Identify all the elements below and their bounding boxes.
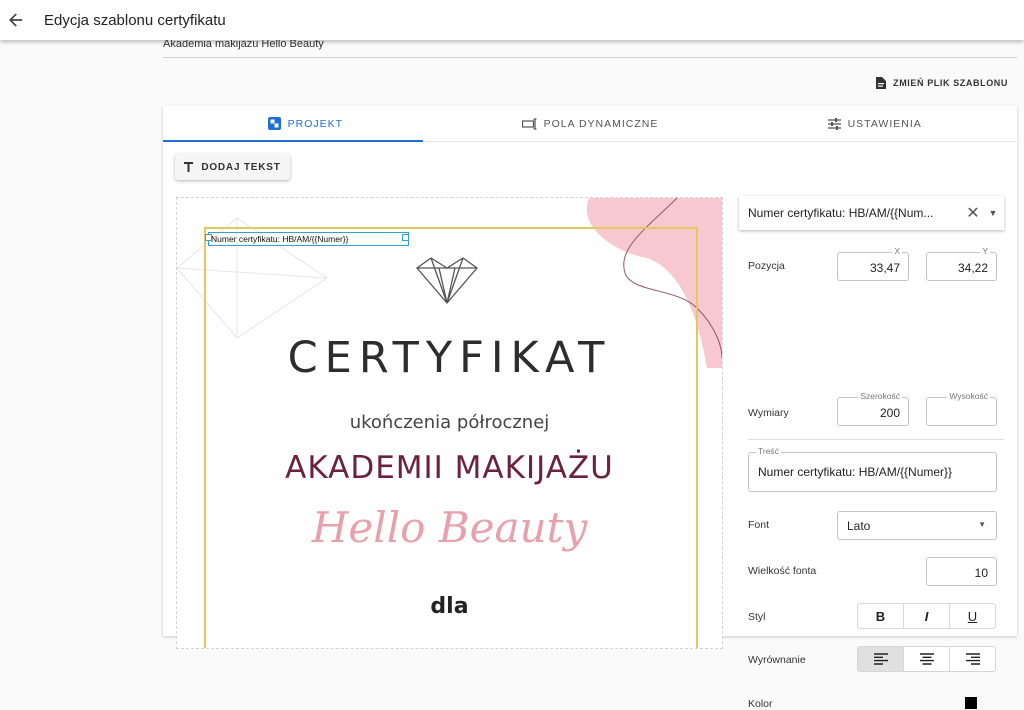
font-size-label: Wielkość fonta [748, 565, 817, 577]
x-value: 33,47 [869, 261, 900, 275]
resize-handle-right[interactable] [402, 234, 409, 241]
style-label: Styl [748, 611, 766, 623]
certificate-dla[interactable]: dla [177, 594, 722, 619]
alignment-button-group [857, 646, 996, 672]
align-left-icon [873, 653, 888, 665]
align-right-icon [965, 653, 980, 665]
add-text-button[interactable]: DODAJ TEKST [175, 154, 290, 180]
selected-element-value: Numer certyfikatu: HB/AM/{{Num... [748, 206, 934, 220]
width-value: 200 [879, 406, 900, 420]
add-text-label: DODAJ TEKST [201, 161, 281, 173]
y-label: Y [980, 246, 990, 256]
clear-selection-icon[interactable]: ✕ [964, 203, 982, 223]
y-field[interactable]: Y 34,22 [926, 246, 997, 281]
element-selector[interactable]: Numer certyfikatu: HB/AM/{{Num... ✕ ▼ [739, 196, 1004, 230]
text-icon [184, 162, 194, 172]
color-swatch[interactable] [965, 697, 977, 709]
tab-label: USTAWIENIA [847, 117, 922, 130]
height-field[interactable]: Wysokość [926, 391, 997, 426]
underline-button[interactable]: U [950, 604, 995, 628]
back-button[interactable] [3, 7, 29, 33]
dimensions-label: Wymiary [748, 407, 789, 419]
certificate-canvas[interactable]: CERTYFIKAT ukończenia półrocznej AKADEMI… [176, 197, 723, 649]
tab-label: PROJEKT [287, 117, 344, 130]
font-label: Font [748, 519, 770, 531]
italic-button[interactable]: I [904, 604, 950, 628]
change-template-label: ZMIEŃ PLIK SZABLONU [893, 78, 1008, 88]
tab-bar: PROJEKT POLA DYNAMICZNE USTAWIENIA [163, 106, 1017, 142]
width-label: Szerokość [858, 391, 902, 401]
dynamic-fields-icon [521, 117, 537, 130]
font-size-value: 10 [974, 566, 988, 580]
y-value: 34,22 [957, 261, 988, 275]
style-button-group: B I U [857, 603, 996, 629]
position-label: Pozycja [748, 260, 785, 272]
chevron-down-icon[interactable]: ▼ [982, 208, 1004, 218]
x-field[interactable]: X 33,47 [837, 246, 909, 281]
app-bar: Edycja szablonu certyfikatu [0, 0, 1024, 40]
gold-frame [204, 227, 698, 648]
chevron-down-icon: ▼ [978, 520, 986, 529]
certificate-subtitle[interactable]: ukończenia półrocznej [177, 412, 722, 433]
align-center-icon [919, 653, 934, 665]
active-tab-indicator [163, 140, 423, 142]
alignment-label: Wyrównanie [748, 654, 806, 666]
editor-card: PROJEKT POLA DYNAMICZNE USTAWIENIA DODAJ… [163, 106, 1017, 710]
file-icon [876, 77, 887, 89]
design-icon [267, 117, 281, 130]
color-label: Kolor [748, 698, 773, 710]
tab-label: POLA DYNAMICZNE [543, 117, 659, 130]
selected-text-element[interactable]: Numer certyfikatu: HB/AM/{{Numer}} [208, 232, 409, 246]
content-value: Numer certyfikatu: HB/AM/{{Numer}} [758, 465, 953, 479]
font-select[interactable]: Lato ▼ [837, 511, 997, 540]
change-template-file-button[interactable]: ZMIEŃ PLIK SZABLONU [876, 77, 1008, 89]
page-title: Edycja szablonu certyfikatu [44, 11, 226, 29]
font-value: Lato [847, 519, 871, 533]
content-field[interactable]: Treść Numer certyfikatu: HB/AM/{{Numer}} [748, 446, 997, 492]
font-size-field[interactable]: 10 [926, 557, 997, 586]
resize-handle-left[interactable] [205, 234, 212, 241]
content-label: Treść [756, 446, 781, 456]
width-field[interactable]: Szerokość 200 [837, 391, 909, 426]
certificate-title[interactable]: CERTYFIKAT [177, 333, 722, 383]
align-right-button[interactable] [950, 647, 995, 671]
x-label: X [892, 246, 902, 256]
panel-divider [748, 439, 1004, 440]
tab-projekt[interactable]: PROJEKT [163, 106, 448, 141]
height-label: Wysokość [947, 391, 990, 401]
settings-sliders-icon [827, 117, 841, 130]
tab-ustawienia[interactable]: USTAWIENIA [732, 106, 1017, 141]
bold-button[interactable]: B [858, 604, 904, 628]
certificate-hello-beauty[interactable]: Hello Beauty [177, 503, 722, 552]
align-left-button[interactable] [858, 647, 904, 671]
template-name-field[interactable]: Akademia makijażu Hello Beauty [163, 37, 1017, 58]
arrow-left-icon [9, 13, 23, 27]
tab-pola-dynamiczne[interactable]: POLA DYNAMICZNE [448, 106, 733, 141]
align-center-button[interactable] [904, 647, 950, 671]
certificate-akademii[interactable]: AKADEMII MAKIJAŻU [177, 450, 722, 486]
